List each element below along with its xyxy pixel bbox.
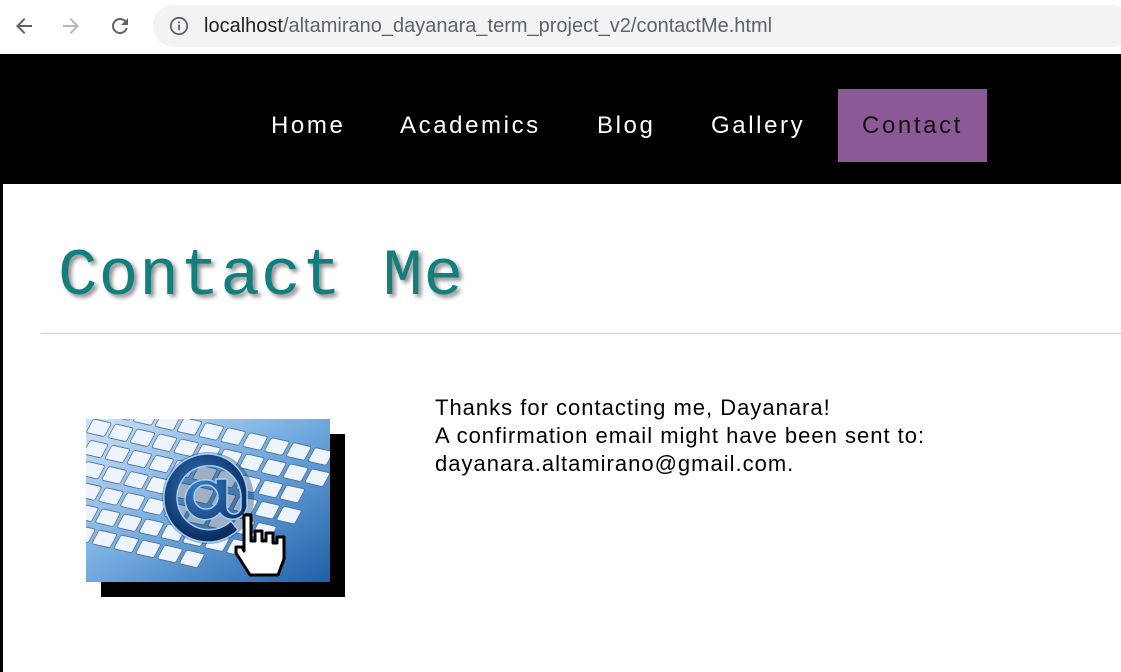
forward-arrow-icon [63,18,79,34]
main-content: Contact Me Thanks for contacting me, Day… [0,184,1121,672]
nav-blog-link[interactable]: Blog [597,89,655,162]
email-keyboard-image [86,419,330,582]
nav-contact-link[interactable]: Contact [838,89,987,162]
url-path: /altamirano_dayanara_term_project_v2/con… [282,15,773,37]
nav-gallery-link[interactable]: Gallery [711,89,805,162]
back-button[interactable] [10,12,38,40]
confirmation-line: A confirmation email might have been sen… [435,423,926,448]
thanks-line: Thanks for contacting me, Dayanara! [435,395,831,420]
url-text[interactable]: localhost/altamirano_dayanara_term_proje… [204,15,772,37]
page-title: Contact Me [58,239,465,314]
forward-button[interactable] [57,12,85,40]
reload-icon [111,17,128,34]
email-line: dayanara.altamirano@gmail.com. [435,450,925,478]
address-bar[interactable]: localhost/altamirano_dayanara_term_proje… [153,5,1121,47]
title-divider [41,333,1121,334]
email-address: dayanara.altamirano@gmail.com [435,451,788,476]
browser-toolbar: localhost/altamirano_dayanara_term_proje… [0,0,1121,54]
nav-academics-link[interactable]: Academics [400,89,541,162]
nav-home-link[interactable]: Home [271,89,345,162]
email-period: . [787,451,795,476]
info-icon[interactable] [169,16,189,36]
at-symbol-icon [162,452,254,544]
back-arrow-icon [16,18,32,34]
url-host: localhost [204,15,283,37]
reload-button[interactable] [106,12,134,40]
site-nav-bar: Home Academics Blog Gallery Contact [0,54,1121,184]
confirmation-message: Thanks for contacting me, Dayanara! A co… [435,394,925,478]
